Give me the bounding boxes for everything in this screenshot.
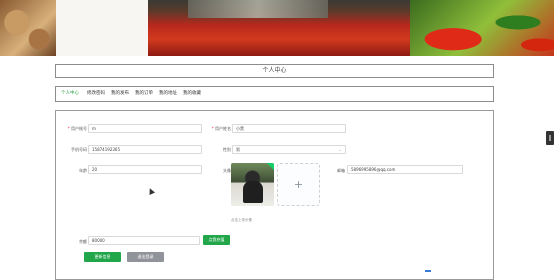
- page-title: 个人中心: [55, 64, 494, 78]
- tab-my-address[interactable]: 我的地址: [159, 87, 177, 101]
- update-info-button[interactable]: 更新信息: [84, 252, 121, 262]
- banner-jar-image: [148, 0, 410, 56]
- age-input[interactable]: 20: [88, 165, 202, 174]
- banner-bread-image: [0, 0, 56, 56]
- tab-my-orders[interactable]: 我的订单: [135, 87, 153, 101]
- bottom-indicator: [425, 270, 431, 272]
- side-scroll-handle[interactable]: [546, 131, 554, 145]
- gender-select-value: 男: [236, 147, 240, 152]
- tab-change-password[interactable]: 修改密码: [87, 87, 105, 101]
- avatar-uploader[interactable]: +: [277, 163, 320, 206]
- tab-profile[interactable]: 个人中心: [61, 87, 79, 101]
- name-label-text: 用户姓名: [215, 126, 231, 131]
- gender-label: 性别: [223, 147, 231, 152]
- tab-my-posts[interactable]: 我的发布: [111, 87, 129, 101]
- tab-bar: 个人中心 修改密码 我的发布 我的订单 我的地址 我的收藏: [55, 86, 494, 102]
- logout-button[interactable]: 退出登录: [127, 252, 164, 262]
- avatar-upload-hint: 点击上传头像: [231, 218, 252, 222]
- email-label: 邮箱: [337, 168, 345, 173]
- account-label-text: 用户账号: [71, 126, 87, 131]
- banner-pepper-image: [410, 0, 554, 56]
- phone-input[interactable]: 15874192365: [88, 145, 202, 154]
- gender-select[interactable]: 男 ⌄: [232, 145, 346, 154]
- chevron-down-icon: ⌄: [338, 147, 342, 152]
- account-input[interactable]: m: [88, 124, 202, 133]
- name-label: * 用户姓名: [211, 126, 231, 131]
- avatar-image[interactable]: [231, 163, 274, 206]
- plus-icon: +: [293, 178, 304, 191]
- hero-banner: [0, 0, 554, 56]
- banner-plate-image: [56, 0, 148, 56]
- upload-success-badge: [266, 163, 274, 172]
- avatar-label: 头像: [223, 168, 231, 173]
- phone-label: 手机号码: [71, 147, 87, 152]
- balance-input[interactable]: 80000: [88, 236, 200, 245]
- email-input[interactable]: 5896995896@qq.com: [347, 165, 463, 174]
- recharge-button[interactable]: 点我充值: [203, 235, 230, 245]
- name-input[interactable]: 小黑: [232, 124, 346, 133]
- age-label: 年龄: [79, 168, 87, 173]
- tab-my-favorites[interactable]: 我的收藏: [183, 87, 201, 101]
- account-label: * 用户账号: [67, 126, 87, 131]
- balance-label: 余额: [79, 239, 87, 244]
